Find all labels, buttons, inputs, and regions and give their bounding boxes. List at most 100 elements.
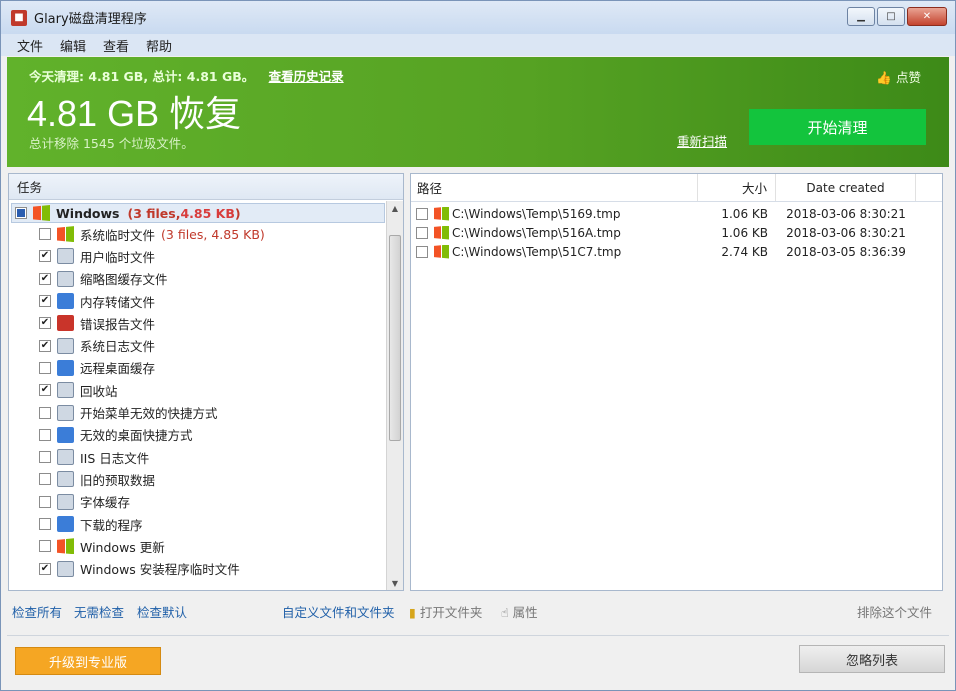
task-checkbox[interactable] [39, 406, 51, 419]
ignore-list-button[interactable]: 忽略列表 [799, 645, 945, 673]
start-clean-button[interactable]: 开始清理 [749, 109, 926, 145]
task-checkbox[interactable] [39, 428, 51, 441]
file-row[interactable]: C:\Windows\Temp\51C7.tmp 2.74 KB 2018-03-0… [411, 242, 942, 261]
task-checkbox[interactable]: ✔ [39, 317, 51, 330]
task-label: 内存转储文件 [80, 294, 156, 310]
file-size: 1.06 KB [721, 206, 768, 221]
task-item[interactable]: Windows 更新 [9, 535, 387, 557]
task-checkbox[interactable] [39, 473, 51, 486]
task-item[interactable]: ✔ 内存转储文件 [9, 290, 387, 312]
group-meta-size: 4.85 KB [180, 205, 235, 221]
minimize-button[interactable]: ▁ [847, 7, 875, 26]
task-icon [57, 359, 74, 376]
menu-help[interactable]: 帮助 [146, 36, 172, 55]
windows-icon [33, 205, 50, 221]
menu-view[interactable]: 查看 [103, 36, 129, 55]
task-checkbox[interactable] [39, 518, 51, 530]
upgrade-pro-button[interactable]: 升级到专业版 [15, 647, 161, 675]
windows-icon [434, 225, 449, 240]
task-item[interactable]: ✔ Windows 安装程序临时文件 [9, 557, 387, 579]
task-item[interactable]: 开始菜单无效的快捷方式 [9, 401, 387, 423]
task-item[interactable]: ✔ 用户临时文件 [9, 245, 387, 267]
task-item[interactable]: 字体缓存 [9, 491, 387, 513]
tasks-header: 任务 [9, 174, 403, 200]
task-checkbox[interactable] [39, 451, 51, 464]
history-link[interactable]: 查看历史记录 [269, 69, 344, 84]
hand-icon: ☝ [501, 605, 509, 620]
task-checkbox[interactable]: ✔ [39, 250, 51, 263]
task-item[interactable]: IIS 日志文件 [9, 446, 387, 468]
group-meta-files: (3 files, [127, 205, 181, 221]
task-checkbox[interactable] [39, 540, 51, 553]
file-row[interactable]: C:\Windows\Temp\5169.tmp 1.06 KB 2018-03-0… [411, 204, 942, 223]
task-label: 远程桌面缓存 [80, 361, 156, 377]
task-checkbox[interactable]: ✔ [39, 339, 51, 352]
task-checkbox[interactable]: ✔ [39, 295, 51, 308]
file-checkbox[interactable] [416, 207, 428, 220]
task-item[interactable]: ✔ 缩略图缓存文件 [9, 268, 387, 290]
properties-link[interactable]: ☝ 属性 [501, 602, 538, 621]
exclude-file-link[interactable]: 排除这个文件 [857, 602, 932, 621]
task-item[interactable]: ✔ 回收站 [9, 379, 387, 401]
open-folder-label: 打开文件夹 [419, 605, 483, 620]
task-icon [57, 493, 74, 510]
close-button[interactable]: ✕ [907, 7, 947, 26]
like-button[interactable]: 👍 点赞 [876, 67, 921, 86]
task-item[interactable]: 远程桌面缓存 [9, 357, 387, 379]
task-checkbox[interactable]: ✔ [39, 562, 51, 575]
window-title: Glary磁盘清理程序 [34, 12, 147, 27]
task-checkbox[interactable]: ✔ [39, 384, 51, 397]
file-date: 2018-03-05 8:36:39 [786, 244, 906, 259]
removed-summary: 总计移除 1545 个垃圾文件。 [29, 136, 194, 151]
task-label: Windows 更新 [80, 539, 165, 555]
file-date: 2018-03-06 8:30:21 [786, 225, 906, 240]
column-path[interactable]: 路径 [411, 174, 698, 201]
tasks-scrollbar[interactable]: ▲ ▼ [386, 201, 403, 590]
summary-banner: 今天清理: 4.81 GB, 总计: 4.81 GB。 查看历史记录 4.81 … [7, 57, 949, 167]
task-item[interactable]: ✔ 错误报告文件 [9, 312, 387, 334]
check-default-link[interactable]: 检查默认 [137, 602, 187, 621]
folder-icon: ▮ [409, 605, 416, 620]
column-size[interactable]: 大小 [698, 174, 776, 201]
custom-files-link[interactable]: 自定义文件和文件夹 [282, 602, 395, 621]
check-all-link[interactable]: 检查所有 [12, 602, 62, 621]
task-icon [57, 404, 74, 421]
task-label: 用户临时文件 [80, 249, 156, 265]
file-row[interactable]: C:\Windows\Temp\516A.tmp 1.06 KB 2018-03-0… [411, 223, 942, 242]
task-icon [57, 226, 74, 243]
task-label: 旧的预取数据 [80, 472, 156, 488]
task-icon [57, 449, 74, 466]
task-checkbox[interactable] [39, 495, 51, 508]
menu-edit[interactable]: 编辑 [60, 36, 86, 55]
task-item[interactable]: 旧的预取数据 [9, 468, 387, 490]
windows-icon [434, 206, 449, 221]
scrollbar-thumb[interactable] [389, 235, 401, 441]
task-checkbox[interactable] [39, 228, 51, 241]
column-date[interactable]: Date created [776, 174, 916, 201]
task-checkbox[interactable] [39, 361, 51, 374]
task-item[interactable]: 系统临时文件 (3 files, 4.85 KB) [9, 223, 387, 245]
task-item[interactable]: 下载的程序 [9, 513, 387, 535]
file-checkbox[interactable] [416, 226, 428, 239]
group-windows[interactable]: Windows (3 files, 4.85 KB ) [11, 203, 385, 223]
task-label: IIS 日志文件 [80, 450, 150, 466]
file-path: C:\Windows\Temp\516A.tmp [452, 225, 621, 240]
maximize-button[interactable]: □ [877, 7, 905, 26]
file-checkbox[interactable] [416, 245, 428, 258]
task-item[interactable]: ✔ 系统日志文件 [9, 334, 387, 356]
group-checkbox[interactable] [15, 207, 27, 219]
task-label: 系统日志文件 [80, 339, 156, 355]
open-folder-link[interactable]: ▮ 打开文件夹 [409, 602, 482, 621]
today-text: 今天清理: 4.81 GB, 总计: 4.81 GB。 [29, 69, 255, 84]
task-label: 系统临时文件 [80, 227, 156, 243]
scroll-down-icon[interactable]: ▼ [387, 576, 403, 590]
rescan-link[interactable]: 重新扫描 [677, 131, 727, 150]
task-checkbox[interactable]: ✔ [39, 272, 51, 285]
menu-file[interactable]: 文件 [17, 36, 43, 55]
scroll-up-icon[interactable]: ▲ [387, 201, 403, 215]
task-item[interactable]: 无效的桌面快捷方式 [9, 424, 387, 446]
file-path-cell: C:\Windows\Temp\5169.tmp [411, 206, 698, 221]
check-none-link[interactable]: 无需检查 [74, 602, 124, 621]
task-icon [57, 293, 74, 310]
action-links: 检查所有 无需检查 检查默认 自定义文件和文件夹 ▮ 打开文件夹 ☝ 属性 排除… [1, 599, 955, 621]
